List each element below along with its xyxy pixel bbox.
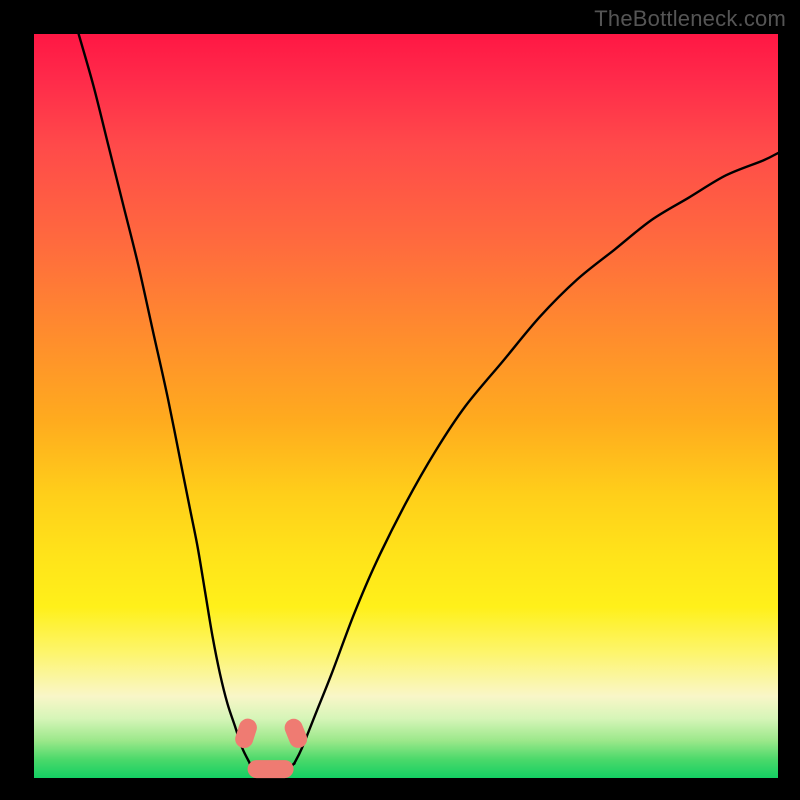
outer-frame: TheBottleneck.com [0, 0, 800, 800]
bottleneck-curve [79, 34, 778, 775]
highlight-markers [233, 716, 310, 778]
curve-layer [34, 34, 778, 778]
plot-area [34, 34, 778, 778]
highlight-capsule [233, 716, 259, 750]
highlight-capsule [282, 716, 310, 751]
highlight-capsule [248, 760, 294, 778]
watermark-text: TheBottleneck.com [594, 6, 786, 32]
